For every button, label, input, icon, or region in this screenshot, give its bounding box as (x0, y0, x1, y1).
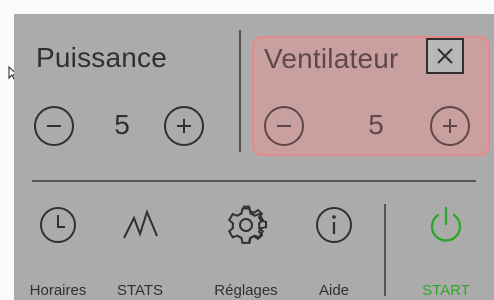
start-button[interactable]: START (406, 204, 486, 299)
nav-horaires-label: Horaires (29, 282, 87, 299)
start-label: START (422, 282, 470, 299)
power-icon (430, 206, 462, 242)
ventilateur-decrease-button[interactable] (264, 106, 304, 146)
puissance-increase-button[interactable] (164, 106, 204, 146)
control-panel: Puissance 5 Ventilateur 5 Horaires STATS… (14, 14, 494, 300)
close-button[interactable] (426, 38, 464, 74)
close-icon (437, 48, 453, 64)
puissance-value: 5 (114, 109, 130, 140)
minus-icon (47, 125, 61, 127)
info-icon (316, 207, 352, 243)
clock-icon (40, 207, 76, 243)
nav-divider (384, 204, 386, 296)
nav-aide-label: Aide (318, 282, 350, 299)
puissance-decrease-button[interactable] (34, 106, 74, 146)
puissance-title: Puissance (36, 42, 167, 73)
nav-aide[interactable]: Aide (294, 204, 374, 299)
section-divider (239, 30, 241, 152)
plus-icon (443, 119, 457, 133)
ventilateur-value: 5 (368, 109, 384, 140)
gear-icon (227, 205, 267, 244)
nav-stats-label: STATS (116, 282, 164, 299)
minus-icon (277, 125, 291, 127)
plus-icon (177, 119, 191, 133)
horizontal-divider (32, 180, 476, 182)
ventilateur-increase-button[interactable] (430, 106, 470, 146)
nav-reglages-label: Réglages (214, 282, 278, 299)
nav-reglages[interactable]: Réglages (206, 204, 286, 299)
nav-horaires[interactable]: Horaires (18, 204, 98, 299)
ventilateur-title: Ventilateur (264, 43, 399, 74)
puissance-control: Puissance 5 (34, 36, 234, 156)
stats-icon (123, 209, 158, 239)
nav-stats[interactable]: STATS (100, 204, 180, 299)
